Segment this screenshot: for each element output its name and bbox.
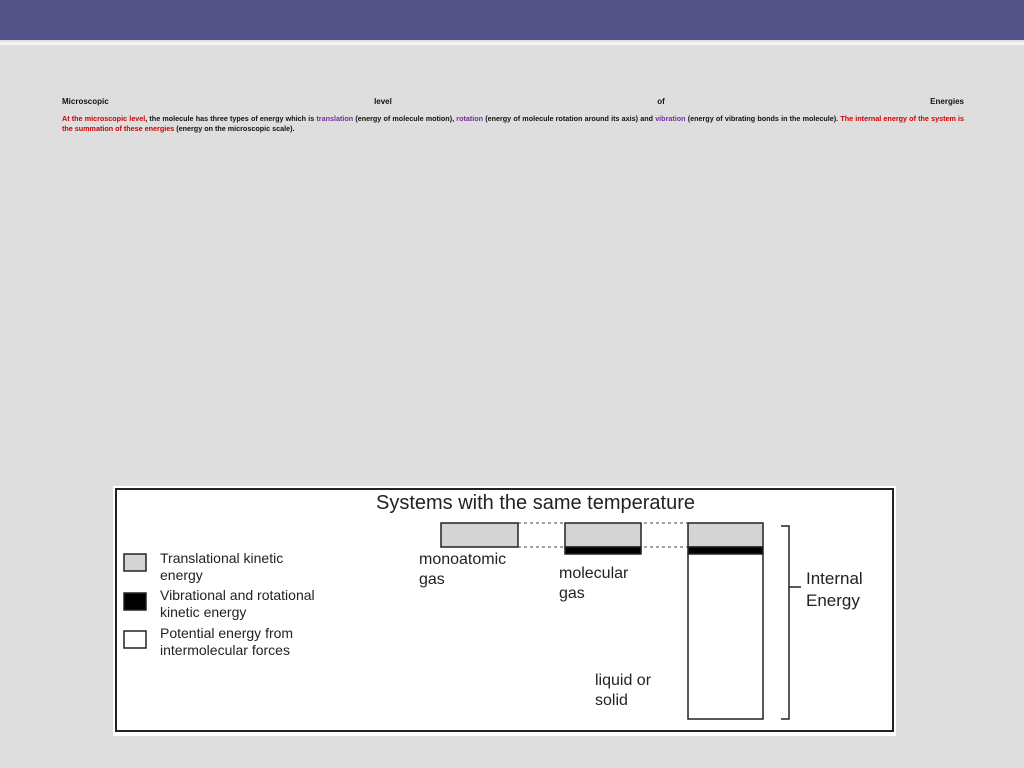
slide-header-bar	[0, 0, 1024, 40]
bar-liquid-potential	[687, 553, 764, 720]
bar-liquid-vibrational	[687, 546, 764, 555]
paragraph-segment: (energy of molecule motion),	[353, 114, 457, 123]
paragraph-segment: (energy on the microscopic scale).	[174, 124, 295, 133]
slide-heading: Microscopic level of Energies	[62, 97, 964, 106]
legend-swatch-potential	[123, 630, 147, 649]
highlight-vibration: vibration	[655, 114, 686, 123]
bar-monoatomic-translational	[440, 522, 519, 548]
legend-label-potential-line2: intermolecular forces	[160, 642, 290, 658]
label-monoatomic-line2: gas	[419, 571, 445, 588]
bar-molecular-translational	[564, 522, 642, 548]
legend-label-vibrational-line1: Vibrational and rotational	[160, 587, 315, 603]
legend-label-translational-line2: energy	[160, 567, 203, 583]
legend-swatch-translational	[123, 553, 147, 572]
highlight-microscopic-level: At the microscopic level	[62, 114, 146, 123]
label-liquid-line1: liquid or	[595, 672, 652, 689]
legend-label-vibrational-line2: kinetic energy	[160, 604, 246, 620]
highlight-translation: translation	[316, 114, 354, 123]
paragraph-segment: , the molecule has three types of energy…	[145, 114, 317, 123]
paragraph-segment: (energy of vibrating bonds in the molecu…	[685, 114, 841, 123]
heading-word-level: level	[374, 97, 392, 106]
label-molecular-line2: gas	[559, 585, 585, 602]
diagram-title: Systems with the same temperature	[376, 492, 695, 514]
slide-header-divider	[0, 42, 1024, 45]
label-monoatomic-line1: monoatomic	[419, 551, 506, 568]
slide-paragraph: At the microscopic level, the molecule h…	[62, 114, 964, 134]
bar-liquid-translational	[687, 522, 764, 548]
highlight-rotation: rotation	[456, 114, 484, 123]
heading-word-energies: Energies	[930, 97, 964, 106]
label-molecular-line1: molecular	[559, 565, 629, 582]
legend-label-potential-line1: Potential energy from	[160, 625, 293, 641]
legend-swatch-vibrational	[123, 592, 147, 611]
bar-molecular-vibrational	[564, 546, 642, 555]
heading-word-microscopic: Microscopic	[62, 97, 109, 106]
legend-label-translational-line1: Translational kinetic	[160, 550, 283, 566]
energy-diagram-figure: Systems with the same temperature Transl…	[113, 486, 896, 736]
paragraph-segment: (energy of molecule rotation around its …	[483, 114, 656, 123]
energy-diagram: Systems with the same temperature Transl…	[115, 488, 894, 732]
heading-word-of: of	[657, 97, 665, 106]
label-internal-energy-line1: Internal	[806, 569, 863, 588]
label-liquid-line2: solid	[595, 692, 628, 709]
label-internal-energy-line2: Energy	[806, 591, 860, 610]
